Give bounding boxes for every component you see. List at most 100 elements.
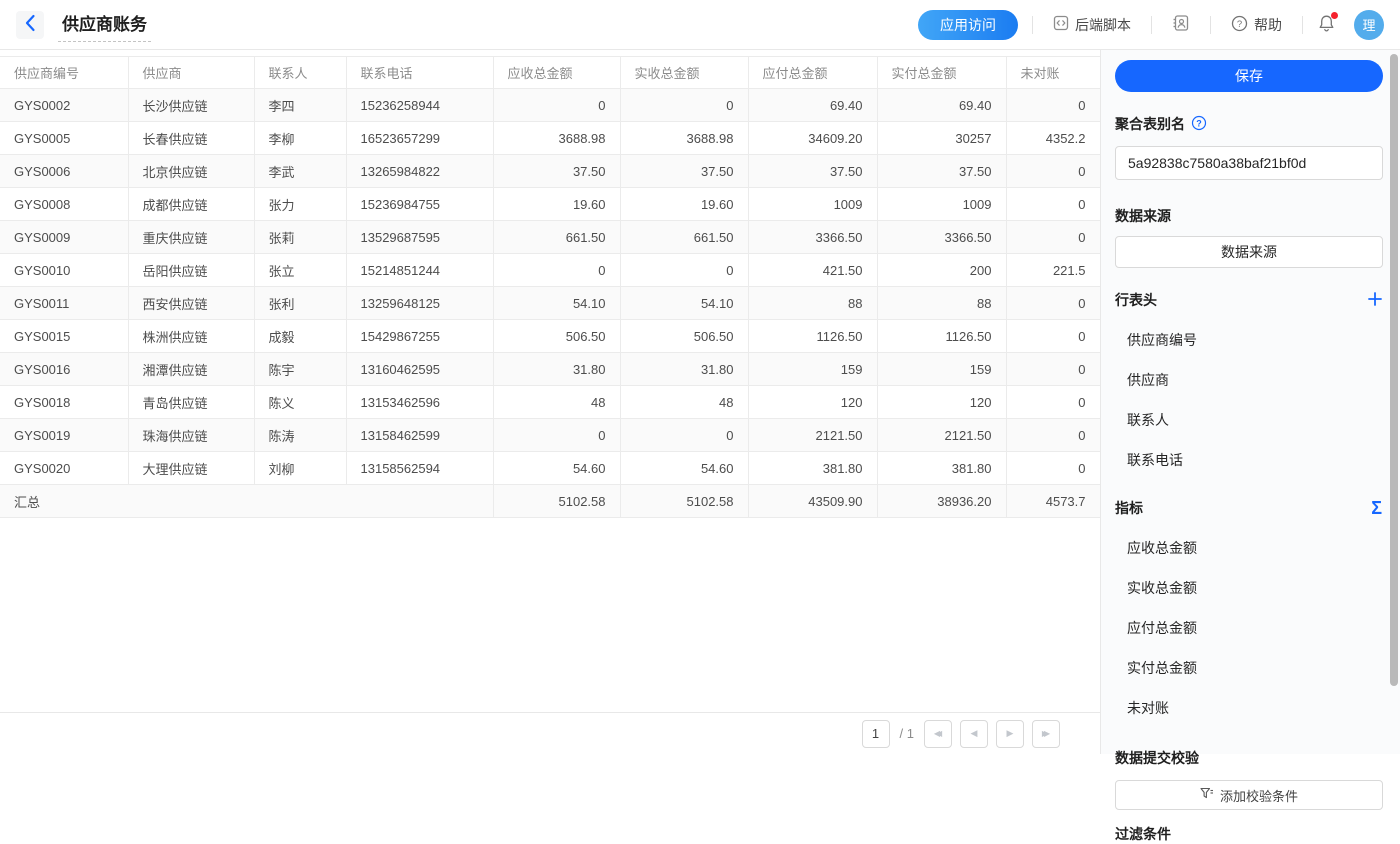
table-header-row: 供应商编号供应商联系人联系电话应收总金额实收总金额应付总金额实付总金额未对账: [0, 57, 1100, 89]
table-cell: 200: [877, 254, 1006, 287]
table-cell: 54.10: [493, 287, 620, 320]
table-cell: GYS0011: [0, 287, 128, 320]
table-cell: 421.50: [748, 254, 877, 287]
table-cell: 0: [1006, 419, 1100, 452]
filter-funnel-icon: [1200, 787, 1214, 803]
filter-conditions-label: 过滤条件: [1115, 824, 1382, 844]
table-cell: 陈涛: [254, 419, 346, 452]
table-cell: 16523657299: [346, 122, 493, 155]
table-cell: 159: [748, 353, 877, 386]
settings-sidebar: 保存 聚合表别名 ? 数据来源 数据来源 行表头 供应商编号供应商联系人联系电话…: [1100, 50, 1400, 754]
summary-value-cell: 4573.7: [1006, 485, 1100, 518]
table-cell: 37.50: [748, 155, 877, 188]
table-cell: 506.50: [620, 320, 748, 353]
table-cell: 31.80: [493, 353, 620, 386]
next-page-button[interactable]: ▶: [996, 720, 1024, 748]
table-row: GYS0016湘潭供应链陈宇1316046259531.8031.8015915…: [0, 353, 1100, 386]
table-cell: 西安供应链: [128, 287, 254, 320]
table-cell: 张利: [254, 287, 346, 320]
svg-text:?: ?: [1196, 118, 1202, 128]
table-cell: 37.50: [877, 155, 1006, 188]
table-cell: 成毅: [254, 320, 346, 353]
table-cell: 刘柳: [254, 452, 346, 485]
sigma-aggregate-icon[interactable]: Σ: [1371, 499, 1382, 517]
metrics-label: 指标: [1115, 498, 1143, 518]
table-cell: 13265984822: [346, 155, 493, 188]
total-pages-label: / 1: [900, 726, 914, 741]
table-cell: GYS0005: [0, 122, 128, 155]
table-cell: 0: [1006, 452, 1100, 485]
last-page-button[interactable]: ▶▶: [1032, 720, 1060, 748]
metric-field[interactable]: 应付总金额: [1115, 618, 1382, 638]
row-header-field[interactable]: 联系人: [1115, 410, 1382, 430]
column-header[interactable]: 实收总金额: [620, 57, 748, 89]
back-chevron-icon: [24, 14, 36, 35]
prev-page-button[interactable]: ◀: [960, 720, 988, 748]
alias-help-icon[interactable]: ?: [1191, 115, 1207, 134]
column-header[interactable]: 应付总金额: [748, 57, 877, 89]
column-header[interactable]: 联系人: [254, 57, 346, 89]
back-button[interactable]: [16, 11, 44, 39]
backend-script-label: 后端脚本: [1075, 15, 1131, 35]
table-cell: GYS0009: [0, 221, 128, 254]
app-access-button[interactable]: 应用访问: [918, 10, 1018, 40]
table-row: GYS0006北京供应链李武1326598482237.5037.5037.50…: [0, 155, 1100, 188]
current-page-box[interactable]: 1: [862, 720, 890, 748]
table-cell: 34609.20: [748, 122, 877, 155]
table-cell: 李四: [254, 89, 346, 122]
alias-label: 聚合表别名: [1115, 114, 1185, 134]
save-button[interactable]: 保存: [1115, 60, 1383, 92]
alias-label-row: 聚合表别名 ?: [1115, 114, 1382, 134]
divider: [1151, 16, 1152, 34]
table-cell: 成都供应链: [128, 188, 254, 221]
column-header[interactable]: 未对账: [1006, 57, 1100, 89]
metric-field[interactable]: 应收总金额: [1115, 538, 1382, 558]
row-header-fields: 供应商编号供应商联系人联系电话: [1115, 330, 1382, 470]
column-header[interactable]: 实付总金额: [877, 57, 1006, 89]
row-header-field[interactable]: 供应商编号: [1115, 330, 1382, 350]
table-cell: 15214851244: [346, 254, 493, 287]
column-header[interactable]: 供应商: [128, 57, 254, 89]
table-cell: GYS0020: [0, 452, 128, 485]
table-cell: 0: [1006, 287, 1100, 320]
table-cell: GYS0019: [0, 419, 128, 452]
row-header-field[interactable]: 联系电话: [1115, 450, 1382, 470]
table-cell: GYS0015: [0, 320, 128, 353]
column-header[interactable]: 应收总金额: [493, 57, 620, 89]
row-header-field[interactable]: 供应商: [1115, 370, 1382, 390]
datasource-label: 数据来源: [1115, 206, 1382, 226]
alias-input[interactable]: [1115, 146, 1383, 180]
table-cell: 19.60: [493, 188, 620, 221]
table-cell: 54.60: [493, 452, 620, 485]
help-button[interactable]: ? 帮助: [1225, 14, 1288, 36]
table-row: GYS0019珠海供应链陈涛13158462599002121.502121.5…: [0, 419, 1100, 452]
metric-field[interactable]: 实收总金额: [1115, 578, 1382, 598]
column-header[interactable]: 联系电话: [346, 57, 493, 89]
column-header[interactable]: 供应商编号: [0, 57, 128, 89]
table-cell: GYS0010: [0, 254, 128, 287]
table-cell: 15236258944: [346, 89, 493, 122]
notification-bell-button[interactable]: [1317, 14, 1336, 36]
chevron-right-icon: ▶: [1007, 729, 1014, 738]
table-cell: 48: [493, 386, 620, 419]
user-avatar[interactable]: 理: [1354, 10, 1384, 40]
table-cell: 30257: [877, 122, 1006, 155]
datasource-button[interactable]: 数据来源: [1115, 236, 1383, 268]
table-row: GYS0011西安供应链张利1325964812554.1054.1088880: [0, 287, 1100, 320]
contacts-button[interactable]: [1166, 13, 1196, 36]
add-validation-button[interactable]: 添加校验条件: [1115, 780, 1383, 810]
page-title[interactable]: 供应商账务: [58, 8, 151, 42]
table-cell: 3366.50: [877, 221, 1006, 254]
table-cell: 重庆供应链: [128, 221, 254, 254]
backend-script-button[interactable]: 后端脚本: [1047, 14, 1137, 36]
add-validation-label: 添加校验条件: [1220, 786, 1298, 805]
table-cell: 张立: [254, 254, 346, 287]
sidebar-scrollbar[interactable]: [1390, 54, 1398, 686]
metric-field[interactable]: 实付总金额: [1115, 658, 1382, 678]
table-cell: GYS0016: [0, 353, 128, 386]
first-page-button[interactable]: ◀◀: [924, 720, 952, 748]
table-row: GYS0002长沙供应链李四152362589440069.4069.400: [0, 89, 1100, 122]
metric-field[interactable]: 未对账: [1115, 698, 1382, 718]
add-row-header-button[interactable]: [1368, 292, 1382, 309]
table-row: GYS0009重庆供应链张莉13529687595661.50661.50336…: [0, 221, 1100, 254]
